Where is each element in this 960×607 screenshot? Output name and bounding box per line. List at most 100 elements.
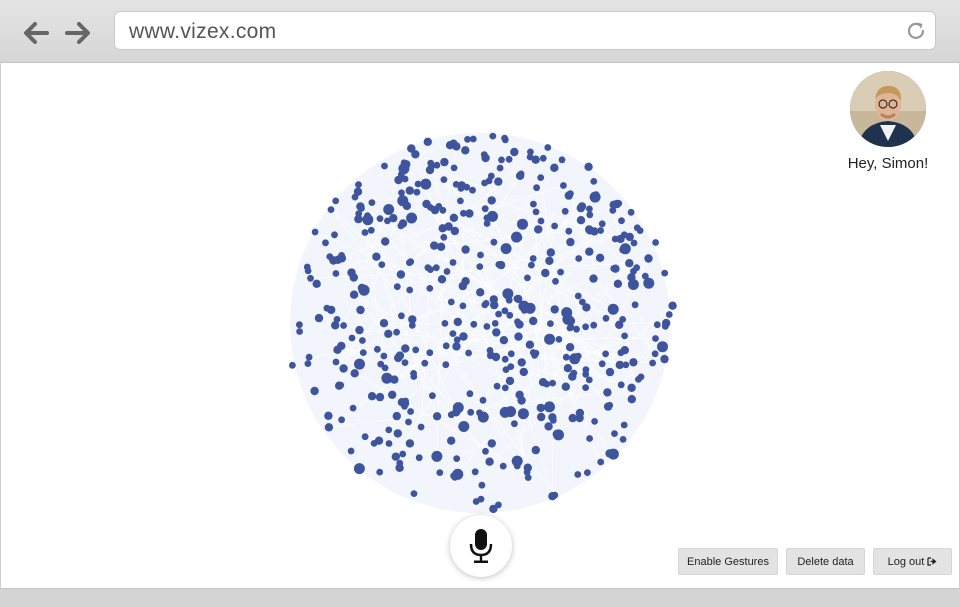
graph-node[interactable] [424,264,432,272]
graph-node[interactable] [401,175,409,183]
graph-node[interactable] [514,332,523,341]
graph-node[interactable] [627,208,635,216]
graph-node[interactable] [494,177,503,186]
graph-node[interactable] [421,359,429,367]
graph-node[interactable] [501,355,509,363]
delete-data-button[interactable]: Delete data [786,548,865,575]
graph-node[interactable] [510,147,519,157]
graph-node[interactable] [381,372,393,384]
graph-node[interactable] [561,207,569,215]
graph-node[interactable] [560,182,567,189]
graph-node[interactable] [367,392,377,401]
graph-node[interactable] [340,322,347,329]
graph-node[interactable] [389,214,398,223]
graph-node[interactable] [350,369,359,378]
graph-node[interactable] [337,381,345,389]
graph-node[interactable] [479,396,487,404]
graph-node[interactable] [591,418,598,425]
graph-node[interactable] [412,346,420,354]
graph-node[interactable] [524,274,531,282]
graph-node[interactable] [304,360,312,367]
graph-node[interactable] [361,229,369,236]
graph-node[interactable] [585,247,594,256]
graph-node[interactable] [657,341,668,353]
graph-node[interactable] [383,204,395,215]
graph-node[interactable] [661,323,669,330]
graph-node[interactable] [515,320,524,329]
graph-node[interactable] [450,164,458,172]
graph-node[interactable] [483,214,491,222]
graph-node[interactable] [407,408,414,415]
graph-node[interactable] [375,392,385,402]
graph-node[interactable] [586,435,593,442]
graph-node[interactable] [652,335,659,342]
graph-node[interactable] [598,220,606,228]
graph-node[interactable] [331,231,338,239]
graph-node[interactable] [533,184,540,192]
graph-node[interactable] [529,255,537,262]
graph-node[interactable] [487,196,496,205]
graph-node[interactable] [567,190,574,198]
graph-node[interactable] [477,411,489,423]
graph-node[interactable] [460,209,467,217]
graph-node[interactable] [447,436,456,445]
graph-node[interactable] [426,349,434,357]
graph-node[interactable] [461,146,470,155]
graph-node[interactable] [515,171,525,180]
graph-node[interactable] [415,454,423,462]
graph-node[interactable] [523,463,532,472]
graph-node[interactable] [495,310,502,318]
graph-node[interactable] [668,301,677,310]
graph-node[interactable] [440,233,448,241]
graph-node[interactable] [660,354,669,364]
graph-node[interactable] [324,423,334,432]
graph-node[interactable] [574,471,582,478]
graph-node[interactable] [402,400,410,408]
graph-node[interactable] [406,286,414,294]
graph-node[interactable] [349,273,358,282]
graph-node[interactable] [355,210,363,218]
graph-node[interactable] [426,285,434,292]
graph-node[interactable] [485,457,494,466]
graph-node[interactable] [539,154,547,162]
graph-node[interactable] [550,163,559,172]
graph-node[interactable] [392,411,401,421]
graph-node[interactable] [603,388,612,397]
graph-node[interactable] [536,403,545,413]
graph-node[interactable] [589,274,598,283]
graph-node[interactable] [582,366,590,374]
graph-node[interactable] [619,436,627,443]
graph-node[interactable] [586,211,594,219]
graph-node[interactable] [605,367,615,377]
graph-node[interactable] [476,288,485,297]
graph-node[interactable] [394,175,403,185]
graph-node[interactable] [547,320,554,327]
graph-node[interactable] [356,202,365,211]
graph-node[interactable] [531,155,540,164]
graph-node[interactable] [429,392,436,400]
graph-node[interactable] [338,416,345,424]
graph-node[interactable] [585,376,593,384]
graph-node[interactable] [649,359,656,367]
graph-node[interactable] [359,349,367,356]
graph-node[interactable] [517,408,529,420]
forward-button[interactable] [62,17,94,49]
graph-node[interactable] [398,312,405,320]
graph-node[interactable] [574,352,582,360]
reload-icon[interactable] [905,20,927,42]
graph-node[interactable] [432,412,442,421]
graph-node[interactable] [636,227,644,234]
graph-node[interactable] [368,199,376,206]
graph-node[interactable] [355,181,362,188]
graph-node[interactable] [459,302,467,310]
graph-node[interactable] [549,379,556,387]
graph-node[interactable] [450,472,457,480]
network-graph[interactable] [270,125,690,525]
graph-node[interactable] [597,227,604,234]
graph-node[interactable] [513,295,521,302]
graph-node[interactable] [541,268,550,278]
graph-node[interactable] [408,321,416,329]
graph-node[interactable] [385,426,393,434]
graph-node[interactable] [447,298,455,306]
graph-node[interactable] [440,157,449,167]
